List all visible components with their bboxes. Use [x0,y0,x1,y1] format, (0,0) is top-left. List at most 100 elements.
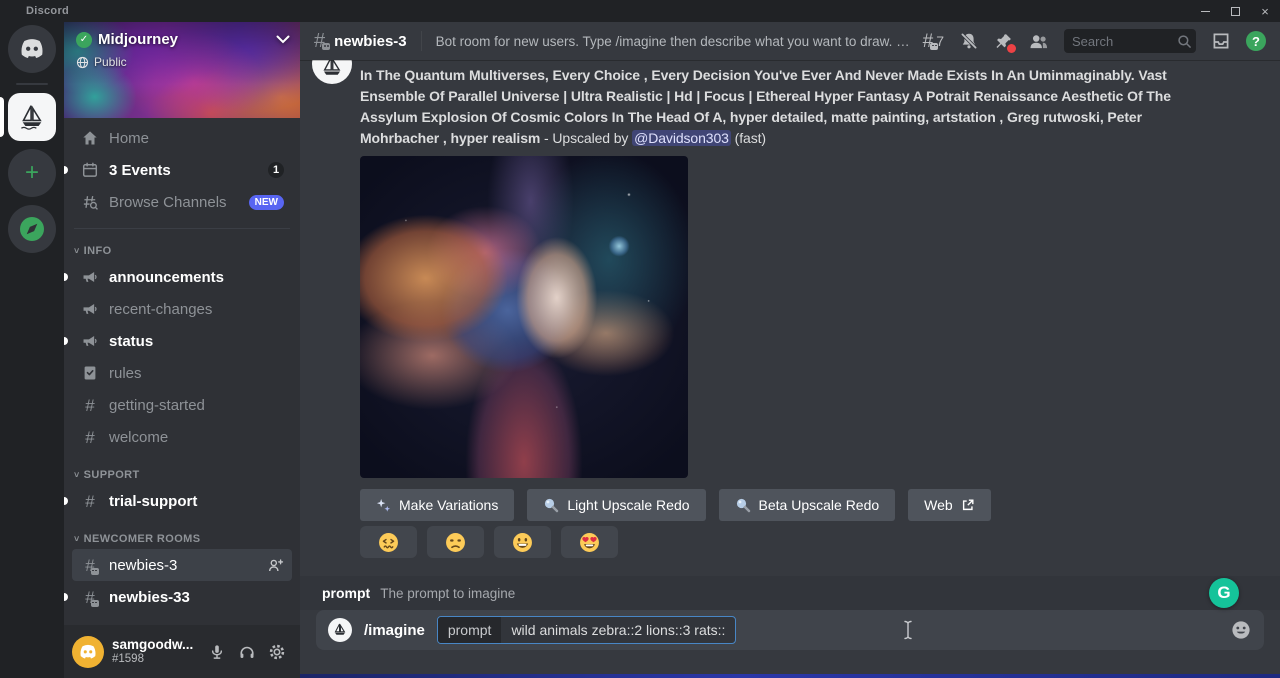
threads-button[interactable]: # 7 [923,32,944,51]
sidebar-item-label: 3 Events [109,162,171,179]
sidebar-item-browse-channels[interactable]: Browse Channels NEW [72,186,292,218]
minimize-icon [1201,11,1210,12]
channel-getting-started[interactable]: # getting-started [72,389,292,421]
category-newcomer-rooms[interactable]: ˅ NEWCOMER ROOMS [72,533,292,545]
member-list-icon [1028,31,1049,51]
channel-rules[interactable]: rules [72,357,292,389]
channel-list: Home 3 Events 1 Browse Channels NE [64,118,300,625]
server-banner[interactable]: ✓ Midjourney Public [64,22,300,118]
server-icon-midjourney[interactable] [8,93,56,141]
window-titlebar: Discord × [0,0,1280,22]
reaction-confounded[interactable] [360,526,417,558]
user-info[interactable]: samgoodw... #1598 [112,637,193,666]
channel-newbies-33[interactable]: # newbies-33 [72,581,292,613]
explore-servers-button[interactable] [8,205,56,253]
maximize-button[interactable] [1220,0,1250,22]
channel-welcome[interactable]: # welcome [72,421,292,453]
channel-status[interactable]: status [72,325,292,357]
pin-badge [1007,44,1016,53]
channel-trial-support[interactable]: # trial-support [72,485,292,517]
header-divider [421,31,422,51]
user-mention[interactable]: @Davidson303 [632,130,731,146]
close-button[interactable]: × [1250,0,1280,22]
channel-newbies-3[interactable]: # newbies-3 [72,549,292,581]
bot-command-avatar [328,618,352,642]
hash-threads-icon: # [80,557,100,574]
search-input[interactable] [1072,34,1177,49]
channel-announcements[interactable]: announcements [72,261,292,293]
category-chevron-icon: ˅ [74,534,80,544]
username: samgoodw... [112,637,193,653]
help-icon: ? [1252,34,1260,49]
button-label: Light Upscale Redo [567,497,689,513]
midjourney-bot-avatar[interactable] [312,60,352,84]
autocomplete-option-name: prompt [322,585,370,601]
sparkles-icon [376,498,391,513]
light-upscale-redo-button[interactable]: Light Upscale Redo [527,489,705,521]
channel-recent-changes[interactable]: recent-changes [72,293,292,325]
verified-badge-icon: ✓ [76,32,92,48]
generated-image-attachment[interactable] [360,156,688,478]
deafen-button[interactable] [232,637,262,667]
channel-label: newbies-3 [109,557,177,574]
inbox-icon [1211,31,1231,51]
sidebar-item-home[interactable]: Home [72,122,292,154]
reaction-heart-eyes[interactable] [561,526,618,558]
reaction-disappointed[interactable] [427,526,484,558]
minimize-button[interactable] [1190,0,1220,22]
emoji-picker-button[interactable] [1230,619,1252,641]
pinned-messages-button[interactable] [994,32,1013,51]
server-visibility-label: Public [94,55,127,69]
command-option-pill[interactable]: prompt wild animals zebra::2 lions::3 ra… [437,616,737,644]
reaction-grinning[interactable] [494,526,551,558]
magnifier-icon [543,497,559,513]
sidebar-item-events[interactable]: 3 Events 1 [72,154,292,186]
new-badge: NEW [249,195,284,210]
chevron-down-icon [276,35,290,44]
slash-command-autocomplete[interactable]: prompt The prompt to imagine [300,576,1280,610]
channel-topic[interactable]: Bot room for new users. Type /imagine th… [436,34,916,49]
calendar-icon [80,161,100,179]
channel-label: announcements [109,269,224,286]
option-value[interactable]: wild animals zebra::2 lions::3 rats:: [501,617,735,643]
autocomplete-option-description: The prompt to imagine [380,586,515,601]
channel-label: getting-started [109,397,205,414]
channel-label: recent-changes [109,301,212,318]
confounded-face-emoji [378,532,399,553]
user-settings-button[interactable] [262,637,292,667]
sidebar-item-label: Browse Channels [109,194,227,211]
notification-settings-button[interactable] [959,31,979,51]
server-name: Midjourney [98,31,178,48]
sidebar-divider [74,228,290,229]
help-button[interactable]: ? [1246,31,1266,51]
gear-icon [268,643,286,661]
beta-upscale-redo-button[interactable]: Beta Upscale Redo [719,489,896,521]
member-list-button[interactable] [1028,31,1049,51]
server-visibility: Public [76,55,127,69]
megaphone-icon [80,268,100,286]
rules-book-icon [80,364,100,382]
channel-sidebar: ✓ Midjourney Public Home [64,22,300,678]
grammarly-badge[interactable]: G [1209,578,1239,608]
message-composer[interactable]: /imagine prompt wild animals zebra::2 li… [316,610,1264,650]
add-server-button[interactable]: + [8,149,56,197]
server-header[interactable]: ✓ Midjourney [76,31,290,48]
make-variations-button[interactable]: Make Variations [360,489,514,521]
globe-icon [76,56,89,69]
bottom-edge-strip [300,674,1280,678]
channel-label: newbies-33 [109,589,190,606]
discord-home-button[interactable] [8,25,56,73]
inbox-button[interactable] [1211,31,1231,51]
microphone-icon [208,643,226,661]
web-link-button[interactable]: Web [908,489,991,521]
create-invite-icon[interactable] [267,557,284,574]
maximize-icon [1231,7,1240,16]
mute-microphone-button[interactable] [202,637,232,667]
category-label: NEWCOMER ROOMS [84,533,201,545]
category-support[interactable]: ˅ SUPPORT [72,469,292,481]
user-avatar[interactable] [72,636,104,668]
category-info[interactable]: ˅ INFO [72,245,292,257]
sailboat-icon [17,102,47,132]
smiley-icon [1230,619,1252,641]
search-bar[interactable] [1064,29,1196,53]
